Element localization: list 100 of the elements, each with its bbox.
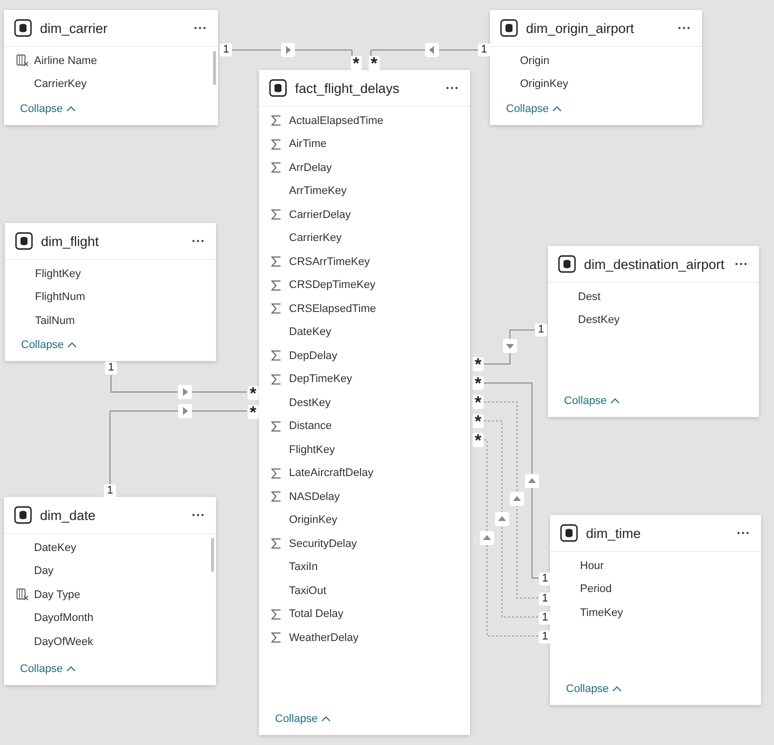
field-name[interactable]: Total Delay: [289, 608, 344, 620]
field-name[interactable]: Hour: [580, 560, 604, 572]
field-name[interactable]: TailNum: [35, 314, 75, 327]
table-card[interactable]: [259, 70, 470, 735]
field-name[interactable]: DepTimeKey: [289, 373, 352, 386]
sigma-icon: [271, 420, 281, 432]
field-name[interactable]: TaxiIn: [289, 561, 318, 574]
field-name[interactable]: ArrTimeKey: [289, 185, 347, 198]
chevron-up-icon: [66, 666, 76, 672]
field-name[interactable]: Period: [580, 583, 612, 596]
field-name[interactable]: SecurityDelay: [289, 538, 357, 550]
field-name[interactable]: Airline Name: [34, 54, 97, 67]
cardinality-label: 1: [104, 484, 116, 498]
more-options-icon[interactable]: [737, 531, 749, 535]
chevron-up-icon: [320, 716, 331, 722]
field-name[interactable]: AirTime: [289, 138, 326, 150]
cardinality-label: 1: [220, 44, 232, 56]
sigma-icon: [271, 491, 281, 502]
more-options-icon[interactable]: [678, 26, 690, 30]
table-title: dim_destination_airport: [584, 256, 726, 272]
field-name[interactable]: FlightKey: [35, 268, 81, 280]
sigma-icon: [271, 138, 281, 150]
field-name[interactable]: Dest: [578, 290, 601, 303]
more-options-icon[interactable]: [192, 513, 204, 517]
collapse-button[interactable]: Collapse: [562, 681, 626, 697]
field-name[interactable]: CRSDepTimeKey: [289, 279, 376, 292]
cardinality-label: *: [472, 357, 484, 371]
sigma-icon: [271, 256, 281, 268]
cardinality-label: *: [248, 386, 258, 400]
cardinality-label: 1: [538, 630, 552, 644]
table-card[interactable]: dim_destination_airport Dest DestKey Collapse: [548, 246, 759, 417]
field-name[interactable]: Day: [34, 565, 54, 578]
scrollbar[interactable]: [211, 538, 214, 572]
more-options-icon[interactable]: [735, 262, 747, 266]
field-name[interactable]: Distance: [289, 420, 332, 432]
field-name[interactable]: DayofMonth: [34, 612, 94, 624]
field-name[interactable]: Origin: [520, 54, 550, 67]
table-title: dim_origin_airport: [526, 20, 636, 36]
field-name[interactable]: CarrierKey: [289, 232, 342, 244]
chevron-up-icon: [610, 398, 620, 404]
more-options-icon[interactable]: [194, 26, 206, 30]
collapse-button[interactable]: Collapse: [560, 393, 624, 409]
collapse-button[interactable]: Collapse: [271, 711, 335, 727]
more-options-icon[interactable]: [446, 86, 458, 90]
table-icon: [14, 19, 32, 37]
table-card[interactable]: dim_flight FlightKey FlightNum TailNum Collapse: [5, 223, 216, 361]
field-name[interactable]: TimeKey: [580, 606, 623, 619]
sigma-icon: [271, 632, 281, 644]
table-title: dim_time: [586, 526, 642, 540]
table-title: fact_flight_delays: [295, 80, 400, 96]
more-options-icon[interactable]: [192, 239, 204, 243]
sigma-icon: [271, 162, 281, 174]
field-name[interactable]: DepDelay: [289, 350, 338, 362]
collapse-button[interactable]: Collapse: [16, 661, 80, 677]
field-name[interactable]: NASDelay: [289, 490, 340, 503]
field-name[interactable]: FlightNum: [35, 291, 86, 304]
field-name[interactable]: WeatherDelay: [289, 632, 358, 644]
cardinality-label: *: [472, 414, 484, 428]
sigma-icon: [271, 468, 281, 479]
table-title: dim_flight: [41, 234, 100, 248]
table-card[interactable]: dim_origin_airport Origin OriginKey Collapse: [490, 10, 702, 125]
sigma-icon: [271, 350, 281, 362]
field-name[interactable]: ArrDelay: [289, 162, 332, 174]
cardinality-label: 1: [104, 362, 118, 374]
field-name[interactable]: DestKey: [578, 314, 620, 326]
collapse-button[interactable]: Collapse: [17, 337, 81, 353]
cardinality-label: 1: [538, 612, 552, 624]
field-name[interactable]: FlightKey: [289, 444, 335, 456]
field-name[interactable]: Day Type: [34, 588, 80, 601]
sigma-icon: [271, 303, 281, 314]
table-card[interactable]: dim_time Hour Period TimeKey Collapse: [550, 515, 761, 705]
field-name[interactable]: CRSElapsedTime: [289, 302, 376, 315]
cardinality-label: 1: [534, 324, 548, 336]
table-icon: [500, 19, 518, 37]
collapse-button[interactable]: Collapse: [502, 101, 566, 117]
chevron-up-icon: [612, 686, 622, 692]
field-name[interactable]: CarrierKey: [34, 78, 87, 90]
field-name[interactable]: TaxiOut: [289, 584, 326, 597]
field-name[interactable]: DateKey: [289, 326, 332, 338]
field-name[interactable]: OriginKey: [520, 78, 568, 90]
field-name[interactable]: CRSArrTimeKey: [289, 256, 370, 268]
table-icon: [15, 232, 33, 250]
table-card[interactable]: dim_date DateKey Day Day Type DayofMonth DayOfWeek Collapse: [4, 497, 216, 685]
sigma-icon: [271, 280, 281, 291]
field-name[interactable]: OriginKey: [289, 514, 338, 526]
table-icon: [560, 524, 578, 542]
field-name[interactable]: DayOfWeek: [34, 636, 94, 648]
field-name[interactable]: LateAircraftDelay: [289, 467, 374, 480]
table-icon: [14, 506, 32, 524]
collapse-button[interactable]: Collapse: [16, 101, 80, 117]
sigma-icon: [271, 538, 281, 550]
table-icon: [558, 255, 576, 273]
chevron-up-icon: [66, 106, 76, 112]
table-card[interactable]: dim_carrier Airline Name CarrierKey Collapse: [4, 10, 218, 125]
scrollbar[interactable]: [213, 51, 216, 85]
field-name[interactable]: ActualElapsedTime: [289, 114, 384, 127]
cardinality-label: *: [472, 433, 484, 447]
field-name[interactable]: DateKey: [34, 542, 76, 554]
field-name[interactable]: CarrierDelay: [289, 208, 351, 221]
field-name[interactable]: DestKey: [289, 396, 331, 409]
